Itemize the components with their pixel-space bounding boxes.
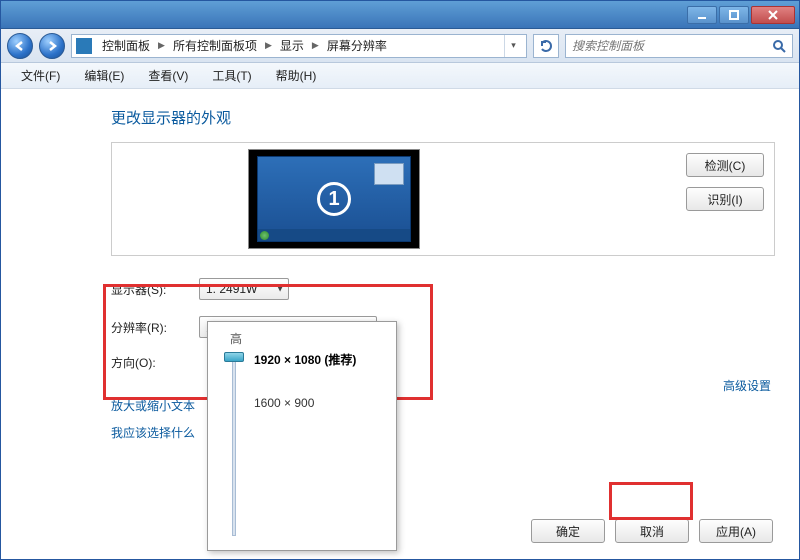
chevron-right-icon: ▶	[263, 40, 274, 51]
chevron-right-icon: ▶	[310, 40, 321, 51]
menu-view[interactable]: 查看(V)	[136, 65, 200, 86]
menu-file[interactable]: 文件(F)	[9, 65, 72, 86]
minimize-button[interactable]	[687, 6, 717, 24]
monitor-number: 1	[317, 182, 351, 216]
content-area: 更改显示器的外观 1 检测(C) 识别(I) 显示器(S): 1. 2491W …	[1, 89, 799, 559]
search-icon	[772, 39, 786, 53]
breadcrumb-item[interactable]: 所有控制面板项	[169, 37, 261, 54]
address-bar[interactable]: 控制面板 ▶ 所有控制面板项 ▶ 显示 ▶ 屏幕分辨率 ▾	[71, 34, 527, 58]
menubar: 文件(F) 编辑(E) 查看(V) 工具(T) 帮助(H)	[1, 63, 799, 89]
resolution-dropdown[interactable]: 高 1920 × 1080 (推荐) 1600 × 900	[207, 321, 397, 551]
close-button[interactable]	[751, 6, 795, 24]
back-button[interactable]	[7, 33, 33, 59]
breadcrumb-item[interactable]: 显示	[276, 37, 308, 54]
breadcrumb-item[interactable]: 屏幕分辨率	[323, 37, 391, 54]
resolution-label: 分辨率(R):	[111, 319, 199, 336]
advanced-settings-link[interactable]: 高级设置	[723, 377, 771, 394]
maximize-button[interactable]	[719, 6, 749, 24]
monitor-thumbnail: 1	[257, 156, 411, 242]
chevron-down-icon: ▼	[276, 285, 284, 294]
monitor-row: 显示器(S): 1. 2491W ▼	[111, 278, 775, 300]
apply-button[interactable]: 应用(A)	[699, 519, 773, 543]
chevron-right-icon: ▶	[156, 40, 167, 51]
resolution-option-recommended[interactable]: 1920 × 1080 (推荐)	[254, 351, 356, 368]
menu-help[interactable]: 帮助(H)	[264, 65, 329, 86]
menu-tools[interactable]: 工具(T)	[200, 65, 263, 86]
menu-edit[interactable]: 编辑(E)	[72, 65, 136, 86]
window-thumbnail-icon	[374, 163, 404, 185]
orientation-label: 方向(O):	[111, 354, 199, 371]
ok-button[interactable]: 确定	[531, 519, 605, 543]
cancel-button[interactable]: 取消	[615, 519, 689, 543]
slider-track[interactable]	[232, 354, 236, 536]
search-box[interactable]	[565, 34, 793, 58]
annotation-highlight	[609, 482, 693, 520]
dialog-buttons: 确定 取消 应用(A)	[531, 519, 773, 543]
address-dropdown[interactable]: ▾	[504, 35, 522, 57]
start-orb-icon	[260, 231, 269, 240]
monitor-label: 显示器(S):	[111, 281, 199, 298]
window-frame: 控制面板 ▶ 所有控制面板项 ▶ 显示 ▶ 屏幕分辨率 ▾ 文件(F) 编辑(E…	[0, 0, 800, 560]
control-panel-icon	[76, 38, 92, 54]
monitor-preview[interactable]: 1	[248, 149, 420, 249]
navbar: 控制面板 ▶ 所有控制面板项 ▶ 显示 ▶ 屏幕分辨率 ▾	[1, 29, 799, 63]
titlebar[interactable]	[1, 1, 799, 29]
refresh-button[interactable]	[533, 34, 559, 58]
taskbar-mini	[258, 229, 410, 241]
monitor-preview-row: 1 检测(C) 识别(I)	[111, 142, 775, 256]
dropdown-high-label: 高	[216, 330, 388, 347]
breadcrumb-item[interactable]: 控制面板	[98, 37, 154, 54]
page-title: 更改显示器的外观	[111, 107, 775, 128]
search-input[interactable]	[572, 39, 772, 53]
forward-button[interactable]	[39, 33, 65, 59]
detect-button[interactable]: 检测(C)	[686, 153, 764, 177]
identify-button[interactable]: 识别(I)	[686, 187, 764, 211]
monitor-value: 1. 2491W	[206, 282, 257, 296]
slider-thumb[interactable]	[224, 352, 244, 362]
resolution-option[interactable]: 1600 × 900	[254, 396, 314, 410]
monitor-select[interactable]: 1. 2491W ▼	[199, 278, 289, 300]
